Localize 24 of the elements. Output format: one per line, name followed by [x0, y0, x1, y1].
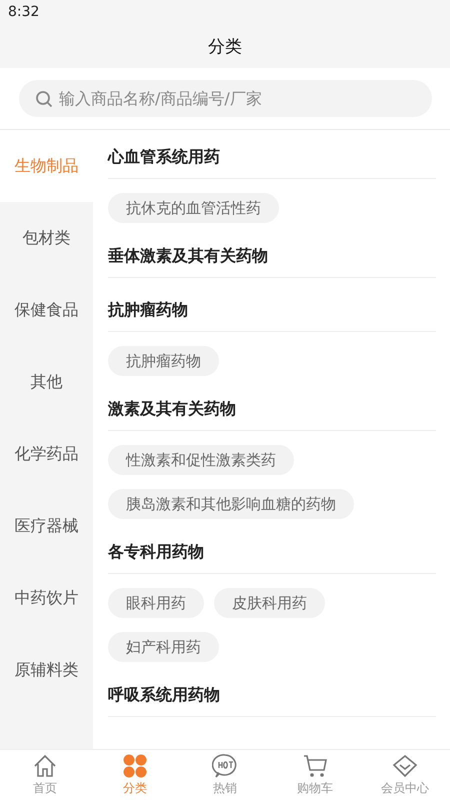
subcategory-chip[interactable]: 皮肤科用药 [214, 588, 325, 618]
home-icon [32, 753, 58, 779]
subcategory-chip[interactable]: 抗休克的血管活性药 [108, 193, 279, 223]
search-bar[interactable]: 输入商品名称/商品编号/厂家 [19, 80, 432, 117]
cart-icon [302, 753, 328, 779]
grid-icon [122, 753, 148, 779]
subcategory-chip[interactable]: 性激素和促性激素类药 [108, 445, 294, 475]
diamond-icon [392, 753, 418, 779]
section-heading: 激素及其有关药物 [108, 388, 436, 431]
subcategory-chip[interactable]: 妇产科用药 [108, 632, 219, 662]
section-heading: 垂体激素及其有关药物 [108, 235, 436, 278]
hot-icon [212, 753, 238, 779]
section-heading: 呼吸系统用药物 [108, 674, 436, 717]
subcategory-chip[interactable]: 胰岛激素和其他影响血糖的药物 [108, 489, 354, 519]
section-heading: 各专科用药物 [108, 531, 436, 574]
search-icon [35, 90, 53, 108]
section-heading: 抗肿瘤药物 [108, 289, 436, 332]
subcategory-chip[interactable]: 眼科用药 [108, 588, 204, 618]
sidebar-item[interactable]: 生物制品 [0, 130, 93, 202]
subcategory-chip[interactable]: 抗肿瘤药物 [108, 346, 219, 376]
status-time: 8:32 [8, 4, 40, 20]
page-title: 分类 [208, 36, 242, 58]
search-field[interactable]: 输入商品名称/商品编号/厂家 [59, 89, 416, 108]
section-heading: 心血管系统用药 [108, 136, 436, 179]
